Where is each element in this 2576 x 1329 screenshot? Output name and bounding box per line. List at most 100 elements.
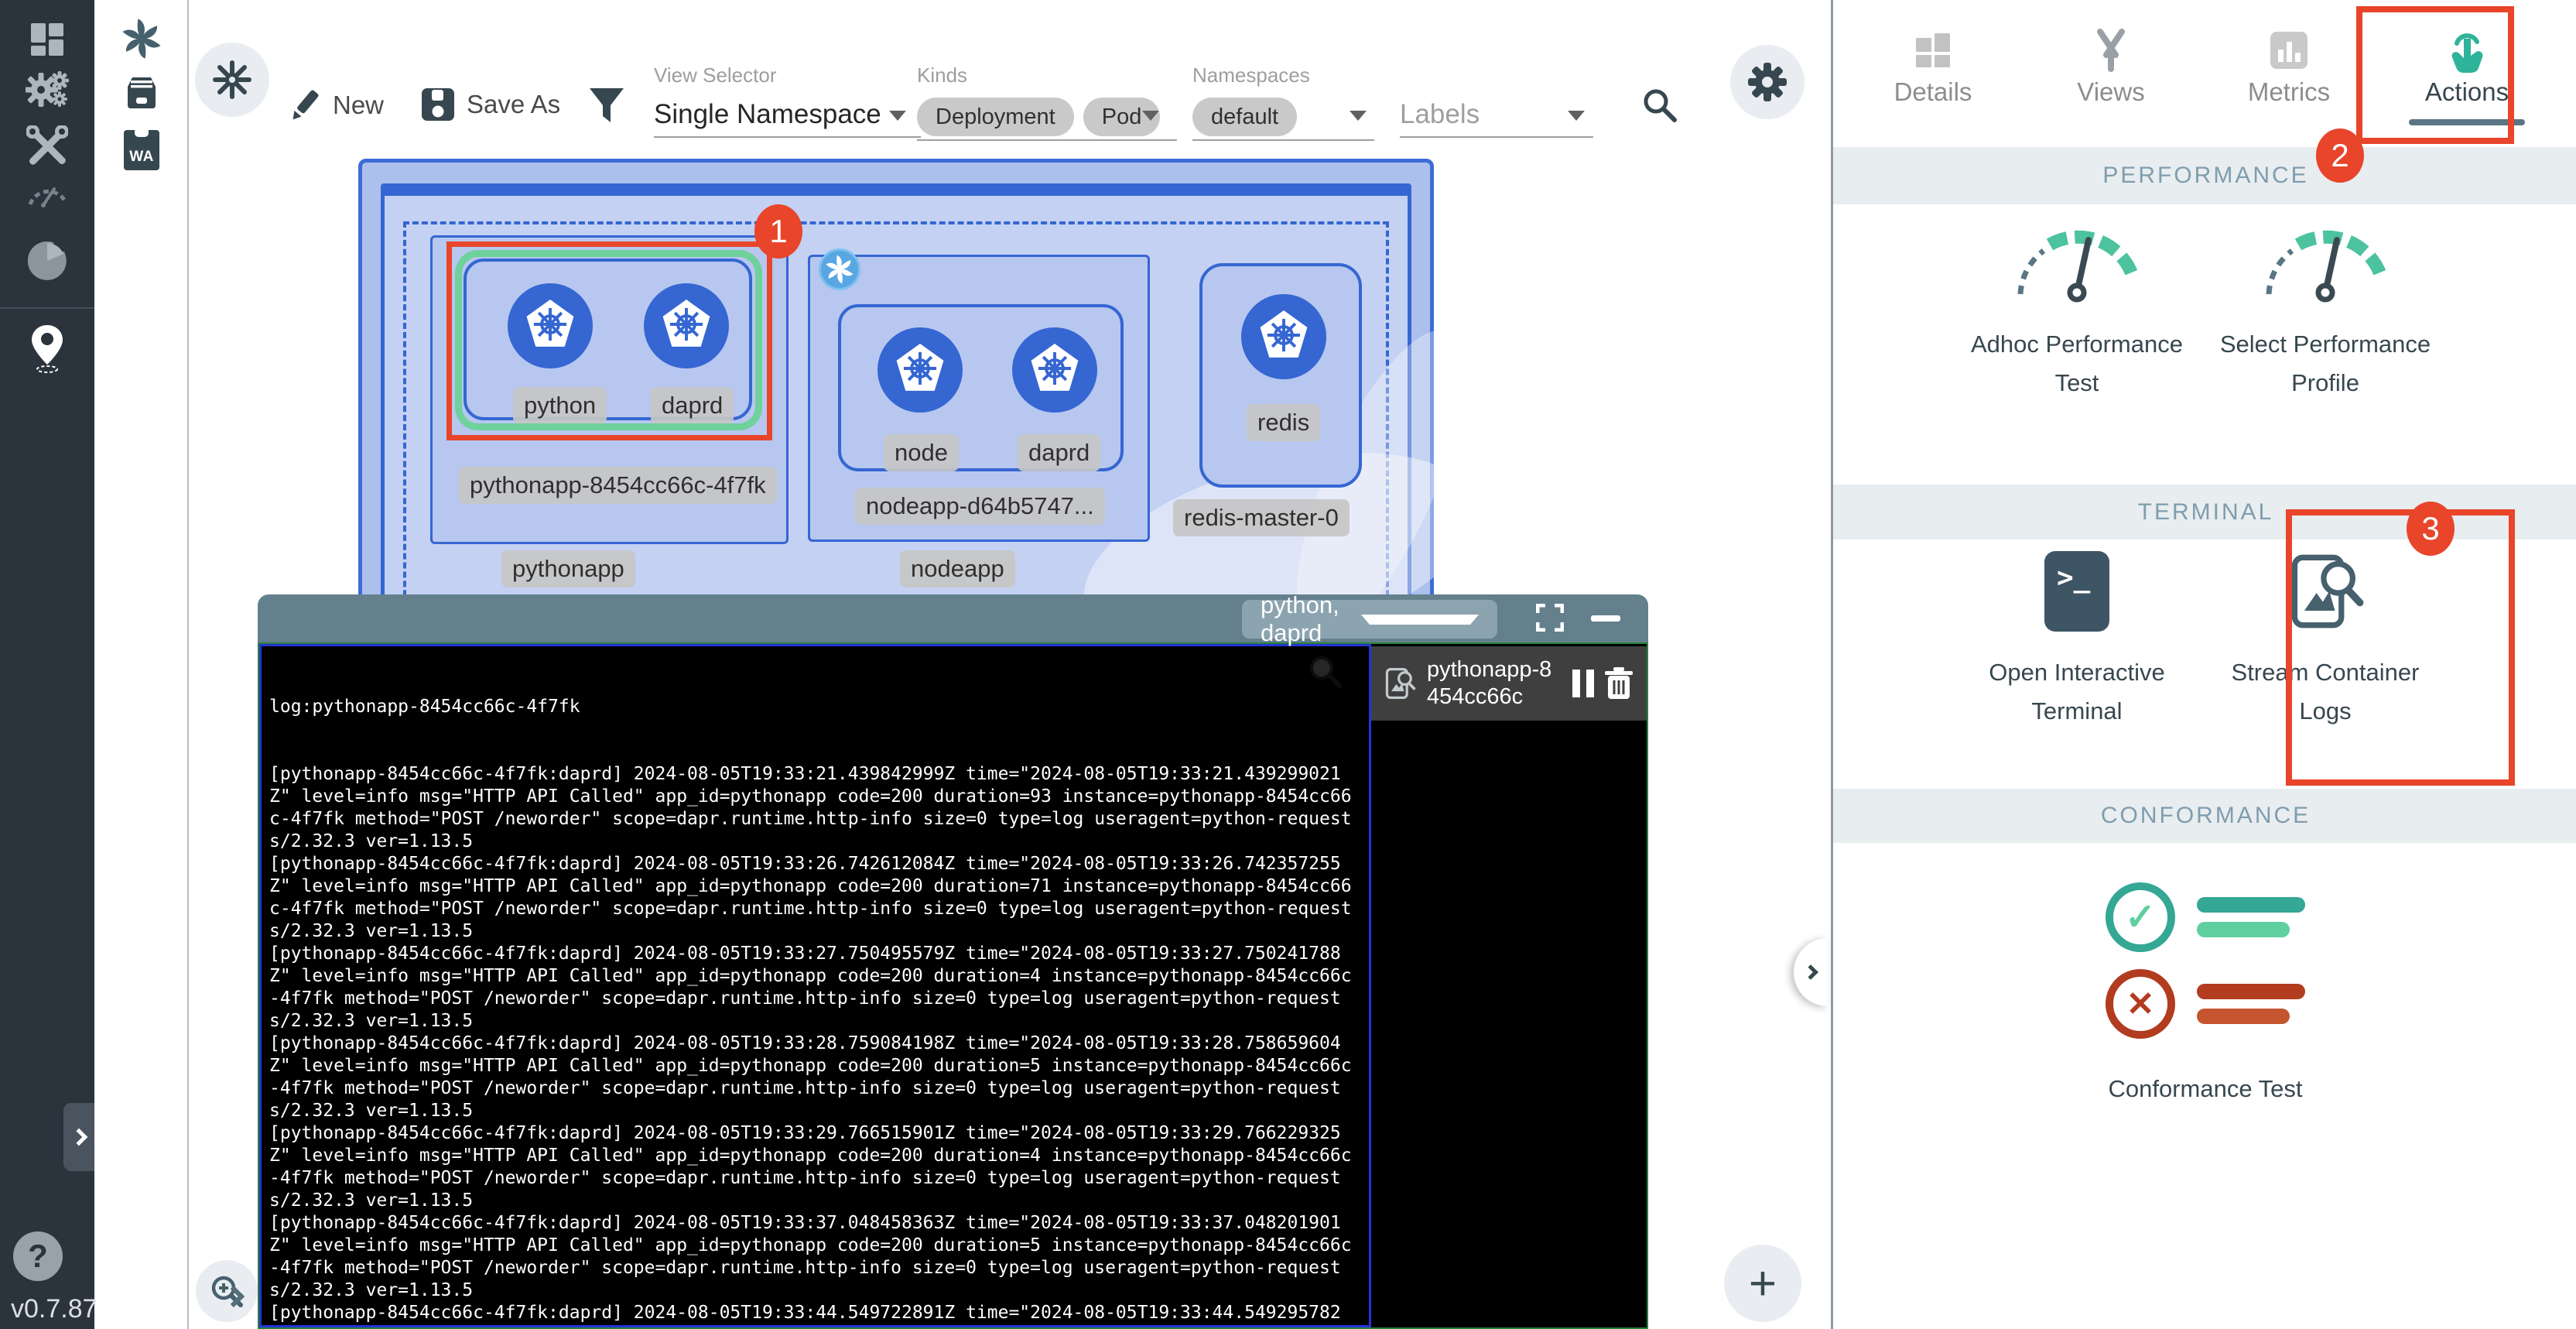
components-inbox-icon[interactable] (94, 74, 189, 110)
search-button[interactable] (1641, 87, 1678, 128)
log-entry: [pythonapp-8454cc66c-4f7fk:daprd] 2024-0… (269, 763, 1361, 853)
delete-stream-button[interactable] (1603, 666, 1634, 700)
container-label: python (513, 387, 607, 424)
tab-actions[interactable]: Actions (2378, 0, 2556, 147)
view-selector-value[interactable]: Single Namespace (654, 99, 881, 130)
panel-tabs: Details Views Metrics Actions (1838, 0, 2573, 147)
wa-notch (135, 130, 149, 137)
app-sidebar: ? v0.7.87 (0, 0, 94, 1329)
tab-details[interactable]: Details (1844, 0, 2022, 147)
container-node-redis[interactable] (1241, 294, 1326, 379)
chevron-right-icon (1803, 964, 1818, 980)
view-selector-caret-icon[interactable] (889, 111, 906, 121)
action-label: Stream Container Logs (2209, 653, 2441, 731)
sidebar-expand-button[interactable] (63, 1103, 94, 1171)
container-node-python[interactable] (508, 283, 593, 368)
save-as-button[interactable]: Save As (420, 87, 560, 122)
save-as-button-label: Save As (467, 90, 560, 119)
details-grid-icon (1914, 28, 1952, 73)
dashboard-icon[interactable] (0, 22, 94, 57)
conformance-icon: ✓ ✕ (2106, 882, 2305, 1056)
plus-icon: + (1749, 1256, 1777, 1311)
namespaces-underline (1192, 139, 1374, 141)
log-entry: [pythonapp-8454cc66c-4f7fk:daprd] 2024-0… (269, 1122, 1361, 1212)
pod-nodeapp[interactable]: node daprd (838, 304, 1124, 471)
container-node-node[interactable] (877, 327, 963, 413)
wa-label: WA (129, 149, 154, 166)
gauge-icon[interactable] (0, 180, 94, 207)
pod-pythonapp[interactable]: python daprd (464, 259, 752, 420)
namespaces-label: Namespaces (1192, 63, 1310, 87)
section-terminal-header: TERMINAL (1833, 485, 2576, 539)
webassembly-icon[interactable]: WA (94, 130, 189, 170)
tab-views[interactable]: Views (2022, 0, 2200, 147)
annotation-badge-2: 2 (2316, 128, 2364, 183)
kubernetes-icon (656, 294, 717, 358)
fullscreen-icon (1536, 604, 1564, 632)
log-header-line: log:pythonapp-8454cc66c-4f7fk (269, 696, 1361, 718)
add-button[interactable]: + (1724, 1245, 1801, 1322)
tab-label: Metrics (2248, 77, 2330, 107)
pod-label-redis: redis-master-0 (1173, 499, 1350, 536)
action-adhoc-performance-test[interactable]: Adhoc Performance Test (1957, 218, 2197, 402)
location-pin-icon[interactable] (0, 325, 94, 373)
container-node-daprd[interactable] (1012, 327, 1097, 413)
tab-metrics[interactable]: Metrics (2200, 0, 2378, 147)
filter-button[interactable] (588, 87, 625, 129)
new-button[interactable]: New (288, 87, 384, 124)
kinds-caret-icon[interactable] (1142, 111, 1159, 121)
log-stream-tab-title: pythonapp-8454cc66c (1427, 656, 1563, 711)
minimize-button[interactable] (1591, 615, 1620, 622)
gauge-icon (2011, 218, 2143, 303)
group-label-pythonapp: pythonapp (501, 550, 635, 587)
log-terminal-window: python, daprd log:pythonapp-8454cc66c-4f… (258, 594, 1648, 1329)
tab-label: Views (2077, 77, 2144, 107)
log-entry: [pythonapp-8454cc66c-4f7fk:daprd] 2024-0… (269, 1302, 1361, 1327)
actions-touch-icon (2446, 28, 2488, 73)
check-circle-icon: ✓ (2106, 882, 2175, 952)
new-button-label: New (333, 91, 384, 120)
question-mark-icon: ? (28, 1238, 48, 1275)
settings-button[interactable] (1730, 45, 1805, 119)
container-label: daprd (651, 387, 734, 424)
fullscreen-button[interactable] (1536, 604, 1564, 635)
tab-label: Actions (2425, 77, 2509, 107)
namespaces-caret-icon[interactable] (1350, 111, 1367, 121)
pause-stream-button[interactable] (1572, 670, 1594, 697)
graph-layout-button[interactable] (195, 43, 269, 117)
action-select-performance-profile[interactable]: Select Performance Profile (2205, 218, 2445, 402)
chevron-right-icon (70, 1129, 88, 1146)
labels-caret-icon[interactable] (1568, 111, 1585, 121)
metrics-chart-icon (2270, 28, 2308, 73)
terminal-header[interactable]: python, daprd (258, 594, 1648, 642)
pod-label-pythonapp: pythonapp-8454cc66c-4f7fk (459, 467, 777, 504)
secondary-rail: WA (94, 0, 189, 1329)
kinds-underline (917, 139, 1177, 141)
namespace-chip-default[interactable]: default (1192, 98, 1297, 136)
log-output[interactable]: log:pythonapp-8454cc66c-4f7fk [pythonapp… (259, 644, 1371, 1327)
rail-expand-button[interactable] (210, 1273, 257, 1320)
action-open-interactive-terminal[interactable]: >_ Open Interactive Terminal (1957, 551, 2197, 731)
settings-gears-icon[interactable] (0, 70, 94, 110)
kind-chip-deployment[interactable]: Deployment (917, 98, 1074, 136)
help-button[interactable]: ? (13, 1231, 63, 1281)
container-label: redis (1247, 404, 1320, 441)
filter-funnel-icon (588, 87, 625, 125)
log-stream-tabs: pythonapp-8454cc66c (1371, 644, 1647, 1327)
labels-input[interactable]: Labels (1400, 99, 1480, 130)
action-stream-container-logs[interactable]: Stream Container Logs (2205, 551, 2445, 731)
pod-label-nodeapp: nodeapp-d64b5747... (855, 488, 1105, 525)
dapr-logo-icon[interactable] (94, 17, 189, 60)
stream-logs-icon (2285, 551, 2366, 632)
mesh-pie-icon[interactable] (0, 241, 94, 280)
x-circle-icon: ✕ (2106, 969, 2175, 1039)
log-stream-tab[interactable]: pythonapp-8454cc66c (1371, 646, 1647, 721)
pod-redis[interactable]: redis (1199, 263, 1362, 488)
action-conformance-test[interactable]: ✓ ✕ Conformance Test (2085, 882, 2325, 1108)
stream-logs-icon (1382, 666, 1418, 701)
container-selector-dropdown[interactable]: python, daprd (1242, 600, 1497, 639)
container-selector-value: python, daprd (1261, 591, 1361, 647)
active-tab-underline (2409, 119, 2525, 125)
tools-icon[interactable] (0, 125, 94, 167)
container-node-daprd[interactable] (644, 283, 729, 368)
